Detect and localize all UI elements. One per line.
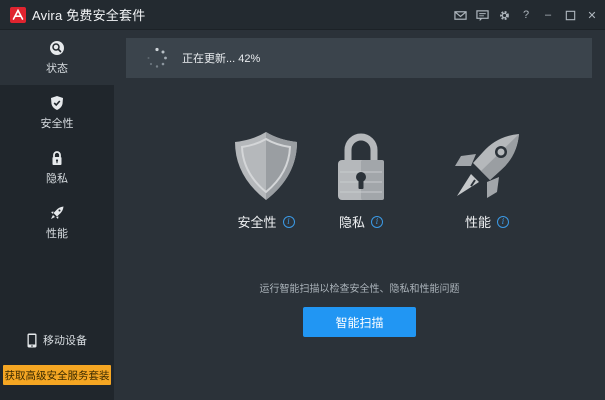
- shield-check-icon: [51, 95, 63, 110]
- title-bar: Avira 免费安全套件 ? – ✕: [0, 0, 605, 30]
- app-title: Avira 免费安全套件: [32, 8, 146, 23]
- feature-performance-label: 性能: [464, 215, 491, 230]
- scan-hint-text: 运行智能扫描以检查安全性、隐私和性能问题: [259, 284, 460, 295]
- maximize-button[interactable]: [563, 8, 577, 22]
- smart-scan-button[interactable]: 智能扫描: [303, 307, 416, 337]
- rocket-icon: [51, 206, 64, 219]
- close-button[interactable]: ✕: [585, 8, 599, 22]
- info-icon[interactable]: i: [371, 215, 383, 228]
- chat-icon[interactable]: [475, 8, 489, 22]
- mail-icon[interactable]: [453, 8, 467, 22]
- info-icon[interactable]: i: [282, 215, 295, 228]
- avira-logo-icon: [10, 6, 26, 23]
- feature-security[interactable]: 安全性 i: [211, 126, 321, 231]
- sidebar-item-privacy[interactable]: 隐私: [0, 140, 114, 195]
- main-panel: 正在更新... 42% 安全性 i 隐私 i 性能 i 运行智能扫描以检查安全性…: [114, 30, 605, 400]
- sidebar-item-label: 性能: [46, 227, 68, 240]
- info-icon[interactable]: i: [497, 215, 509, 228]
- mobile-phone-icon: [27, 333, 37, 347]
- shield-icon: [235, 132, 297, 200]
- minimize-button[interactable]: –: [541, 8, 555, 22]
- sidebar: 状态 安全性 隐私 性能 移动设备 获取高级安全服务套装: [0, 30, 114, 400]
- feature-performance[interactable]: 性能 i: [432, 126, 542, 231]
- feature-security-label: 安全性: [237, 215, 277, 230]
- lock-icon: [52, 150, 62, 165]
- loading-spinner-icon: [147, 47, 167, 68]
- mobile-devices-link[interactable]: 移动设备: [0, 328, 114, 352]
- sidebar-item-security[interactable]: 安全性: [0, 85, 114, 140]
- sidebar-item-performance[interactable]: 性能: [0, 195, 114, 250]
- sidebar-item-label: 状态: [46, 62, 68, 75]
- gear-icon[interactable]: [497, 8, 511, 22]
- padlock-icon: [338, 133, 384, 200]
- window-controls: ? – ✕: [453, 0, 599, 30]
- update-status-bar: 正在更新... 42%: [126, 38, 592, 78]
- rocket-icon: [455, 134, 519, 198]
- status-icon: [50, 40, 64, 55]
- feature-privacy[interactable]: 隐私 i: [306, 126, 416, 231]
- sidebar-item-label: 隐私: [46, 172, 68, 185]
- feature-privacy-label: 隐私: [338, 215, 365, 230]
- mobile-devices-label: 移动设备: [43, 335, 87, 347]
- update-status-text: 正在更新... 42%: [182, 53, 261, 65]
- sidebar-item-status[interactable]: 状态: [0, 30, 114, 85]
- upgrade-button[interactable]: 获取高级安全服务套装: [3, 365, 111, 385]
- help-button[interactable]: ?: [519, 8, 533, 22]
- sidebar-item-label: 安全性: [40, 117, 74, 130]
